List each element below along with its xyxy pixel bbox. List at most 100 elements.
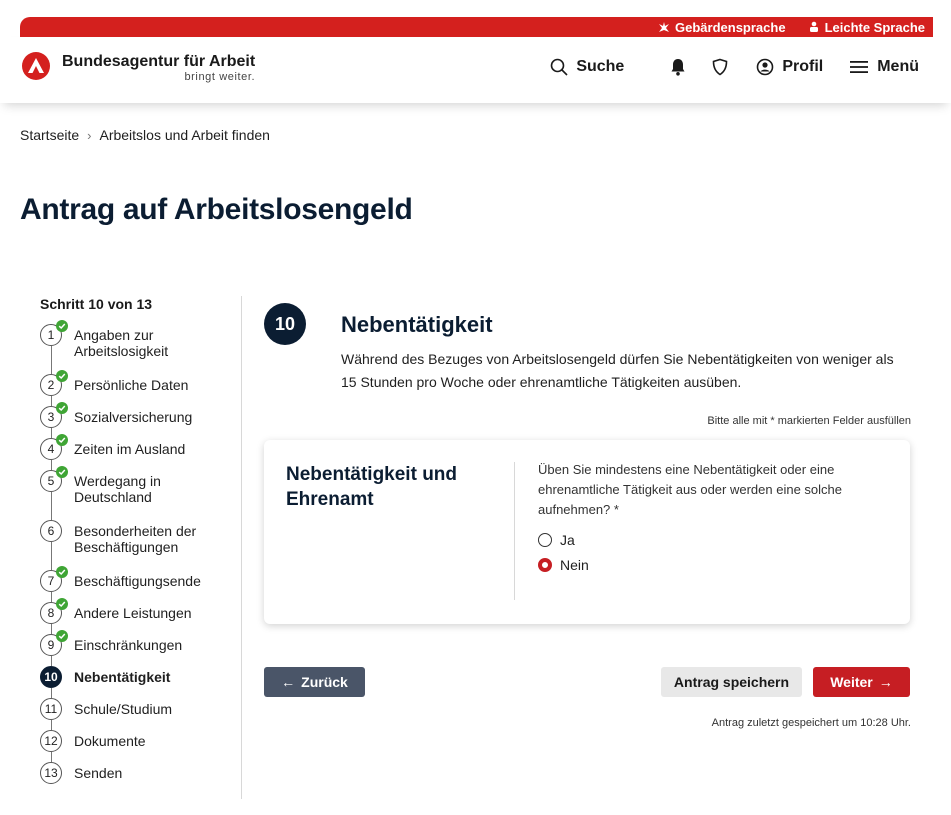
step-connector	[51, 592, 52, 602]
step-number: 7	[40, 566, 68, 592]
step-number: 6	[40, 520, 62, 542]
main-nav: Suche Profil Menü	[550, 58, 919, 76]
step-item-6[interactable]: 6 Besonderheiten der Beschäftigungen	[40, 520, 224, 555]
menu-label: Menü	[877, 58, 919, 75]
required-fields-note: Bitte alle mit * markierten Felder ausfü…	[707, 415, 911, 427]
step-label: Einschränkungen	[74, 637, 183, 653]
hamburger-icon	[850, 61, 869, 73]
step-item-2[interactable]: 2 Persönliche Daten	[40, 370, 224, 396]
radio-option-nein[interactable]: Nein	[538, 557, 589, 573]
step-item-13[interactable]: 13 Senden	[40, 762, 224, 784]
step-number: 11	[40, 698, 62, 720]
notifications-button[interactable]	[670, 58, 686, 76]
breadcrumb: Startseite › Arbeitslos und Arbeit finde…	[20, 127, 270, 143]
step-number-badge: 10	[264, 303, 306, 345]
step-number: 12	[40, 730, 62, 752]
step-label: Dokumente	[74, 733, 146, 749]
radio-option-ja[interactable]: Ja	[538, 532, 575, 548]
check-icon	[56, 320, 68, 332]
breadcrumb-current[interactable]: Arbeitslos und Arbeit finden	[99, 127, 269, 143]
easy-language-link[interactable]: Leichte Sprache	[808, 20, 925, 35]
next-label: Weiter	[830, 674, 873, 690]
arrow-left-icon: ←	[281, 674, 296, 690]
back-label: Zurück	[301, 674, 348, 690]
progress-stepper: Schritt 10 von 13 1 Angaben zur Arbeitslo…	[40, 296, 240, 784]
step-number: 9	[40, 630, 68, 656]
step-label: Angaben zur Arbeitslosigkeit	[74, 327, 169, 359]
radio-label-nein: Nein	[560, 557, 589, 573]
search-icon	[551, 58, 568, 76]
step-item-3[interactable]: 3 Sozialversicherung	[40, 402, 224, 428]
menu-button[interactable]: Menü	[849, 58, 919, 76]
user-icon	[757, 58, 774, 76]
step-item-7[interactable]: 7 Beschäftigungsende	[40, 566, 224, 592]
step-number: 4	[40, 434, 68, 460]
step-connector	[51, 428, 52, 438]
sign-language-link[interactable]: Gebärdensprache	[658, 20, 786, 35]
back-button[interactable]: ← Zurück	[264, 667, 365, 697]
breadcrumb-home[interactable]: Startseite	[20, 127, 79, 143]
step-connector	[51, 688, 52, 698]
vertical-divider	[241, 296, 242, 799]
last-saved-note: Antrag zuletzt gespeichert um 10:28 Uhr.	[711, 717, 911, 729]
step-item-9[interactable]: 9 Einschränkungen	[40, 630, 224, 656]
question-label: Üben Sie mindestens eine Nebentätigkeit …	[538, 462, 842, 517]
profile-label: Profil	[782, 58, 824, 75]
form-card: Nebentätigkeit und Ehrenamt Üben Sie min…	[264, 440, 910, 624]
step-item-11[interactable]: 11 Schule/Studium	[40, 698, 224, 720]
utility-bar: Gebärdensprache Leichte Sprache	[20, 17, 933, 37]
stepper-label: Schritt 10 von 13	[40, 296, 153, 312]
sign-language-icon	[659, 22, 670, 32]
card-title: Nebentätigkeit und Ehrenamt	[286, 464, 458, 510]
step-item-12[interactable]: 12 Dokumente	[40, 730, 224, 752]
step-item-1[interactable]: 1 Angaben zur Arbeitslosigkeit	[40, 320, 224, 359]
save-label: Antrag speichern	[673, 674, 790, 690]
check-icon	[56, 370, 68, 382]
radio-label-ja: Ja	[560, 532, 575, 548]
brand-name: Bundesagentur für Arbeit	[62, 53, 256, 70]
check-icon	[56, 466, 68, 478]
search-button[interactable]: Suche	[550, 58, 624, 76]
step-number: 3	[40, 402, 68, 428]
radio-unchecked-icon[interactable]	[538, 533, 552, 547]
security-button[interactable]	[712, 58, 728, 76]
step-connector	[51, 720, 52, 730]
step-label: Nebentätigkeit	[74, 669, 171, 685]
profile-button[interactable]: Profil	[756, 58, 823, 76]
easy-language-icon	[809, 21, 818, 32]
step-label: Zeiten im Ausland	[74, 441, 186, 457]
site-header: Bundesagentur für Arbeit bringt weiter. …	[0, 37, 951, 103]
step-number: 13	[40, 762, 62, 784]
brand-claim: bringt weiter.	[184, 71, 256, 83]
step-number: 5	[40, 466, 68, 492]
step-connector	[51, 460, 52, 470]
step-item-5[interactable]: 5 Werdegang in Deutschland	[40, 466, 224, 505]
step-connector	[51, 752, 52, 762]
next-button[interactable]: Weiter →	[813, 667, 910, 697]
step-item-8[interactable]: 8 Andere Leistungen	[40, 598, 224, 624]
step-connector	[51, 624, 52, 634]
card-divider	[514, 462, 515, 600]
brand-logo[interactable]: Bundesagentur für Arbeit bringt weiter.	[22, 52, 255, 84]
step-label: Andere Leistungen	[74, 605, 192, 621]
step-number: 2	[40, 370, 68, 396]
step-label: Besonderheiten der Beschäftigungen	[74, 523, 197, 555]
step-number: 10	[40, 666, 62, 688]
step-connector	[51, 396, 52, 406]
step-number: 8	[40, 598, 68, 624]
step-item-4[interactable]: 4 Zeiten im Ausland	[40, 434, 224, 460]
step-label: Senden	[74, 765, 123, 781]
chevron-right-icon: ›	[87, 127, 92, 143]
step-connector	[51, 656, 52, 666]
step-item-10[interactable]: 10 Nebentätigkeit	[40, 666, 224, 688]
save-button[interactable]: Antrag speichern	[661, 667, 802, 697]
radio-checked-icon[interactable]	[538, 558, 552, 572]
section-description: Während des Bezuges von Arbeitslosengeld…	[341, 351, 894, 390]
section-title: Nebentätigkeit	[341, 312, 493, 337]
check-icon	[56, 598, 68, 610]
step-label: Werdegang in Deutschland	[74, 473, 161, 505]
bell-icon	[671, 59, 685, 76]
check-icon	[56, 434, 68, 446]
page-title: Antrag auf Arbeitslosengeld	[20, 193, 413, 226]
shield-icon	[713, 58, 728, 76]
